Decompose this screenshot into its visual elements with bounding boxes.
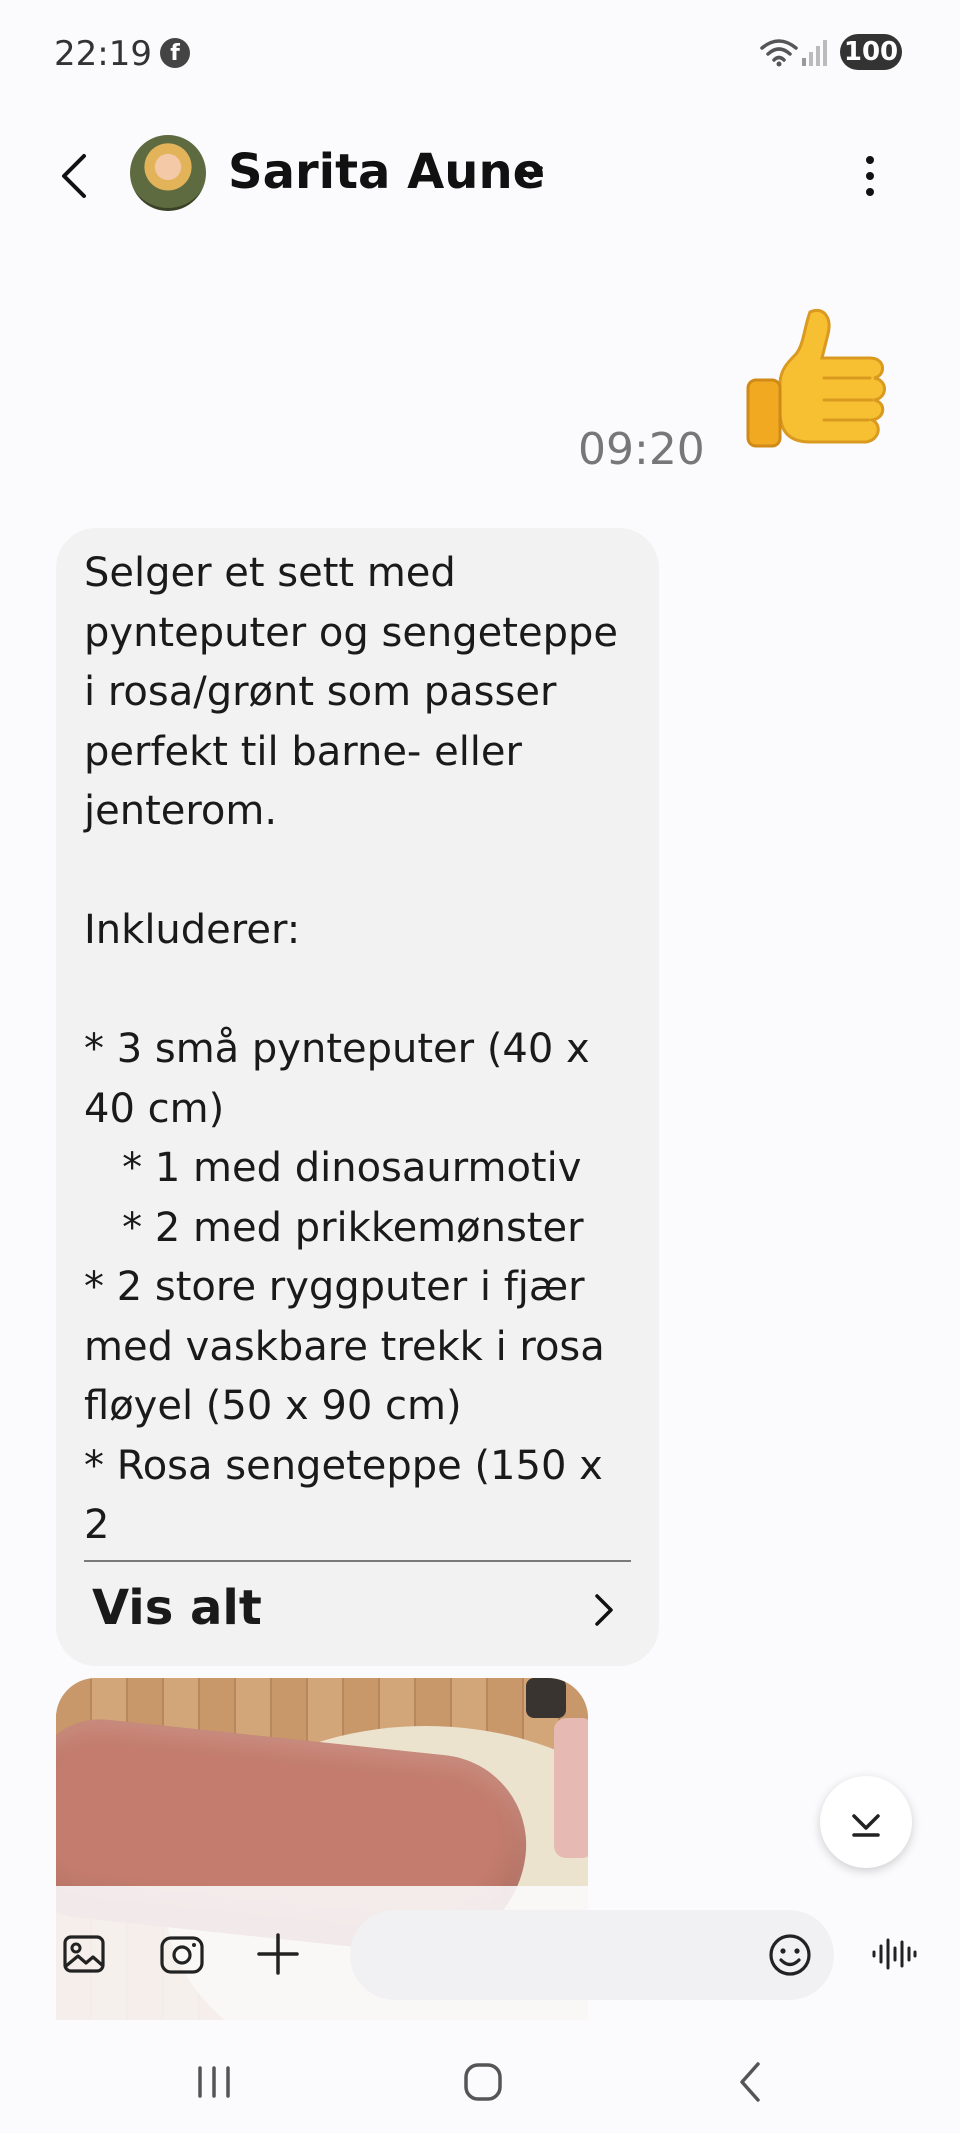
contact-name[interactable]: Sarita Aune (228, 144, 545, 200)
emoji-icon[interactable] (766, 1931, 814, 1979)
scroll-down-button[interactable] (820, 1776, 912, 1868)
plus-icon[interactable] (254, 1930, 302, 1978)
home-icon[interactable] (453, 2054, 513, 2110)
thumbs-up-icon[interactable] (740, 300, 900, 460)
message-bubble[interactable]: Selger et sett med pynteputer og sengete… (56, 528, 659, 1666)
message-time: 09:20 (578, 424, 705, 475)
recent-apps-icon[interactable] (184, 2054, 244, 2110)
gallery-icon[interactable] (60, 1930, 108, 1978)
facebook-icon: f (160, 38, 190, 68)
navigation-bar (0, 2030, 960, 2133)
camera-icon[interactable] (158, 1930, 206, 1978)
wifi-icon (760, 39, 798, 67)
battery-icon: 100 (840, 34, 902, 70)
avatar[interactable] (130, 135, 206, 211)
message-input-container[interactable] (350, 1910, 834, 2000)
show-all-button[interactable]: Vis alt (84, 1562, 631, 1658)
status-bar: 22:19 f 100 (0, 0, 960, 110)
message-text: Selger et sett med pynteputer og sengete… (84, 550, 618, 1548)
show-all-label: Vis alt (92, 1580, 262, 1636)
back-icon[interactable] (50, 148, 98, 204)
conversation-header: Sarita Aune (0, 120, 960, 230)
photo-pink-object (554, 1718, 588, 1858)
chevron-down-icon[interactable] (514, 156, 548, 190)
voice-icon[interactable] (870, 1930, 918, 1978)
back-icon[interactable] (722, 2054, 782, 2110)
composer-bar (0, 1900, 960, 2010)
more-vertical-icon[interactable] (850, 150, 890, 202)
message-input[interactable] (380, 1932, 760, 1978)
signal-icon (802, 40, 827, 66)
chevron-down-icon (852, 1814, 880, 1837)
chevron-right-icon (595, 1594, 613, 1626)
photo-dark-object (526, 1678, 566, 1718)
status-time: 22:19 (54, 34, 152, 74)
